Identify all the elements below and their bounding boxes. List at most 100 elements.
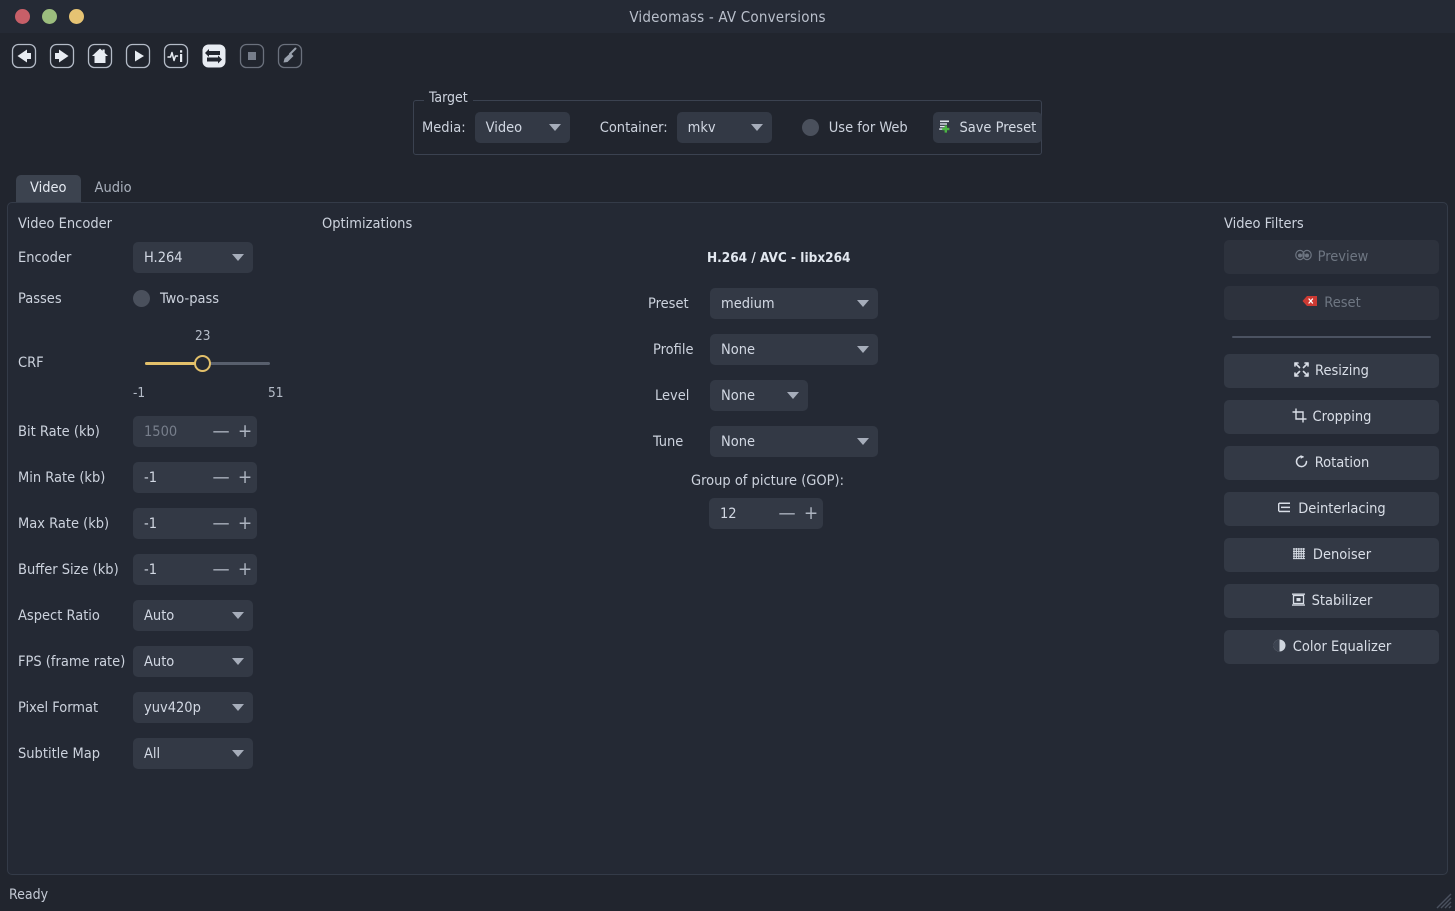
convert-button[interactable] [201,43,227,69]
status-text: Ready [9,887,49,903]
bit-rate-row: Bit Rate (kb) 1500 — + [18,416,257,447]
profile-row: Profile None [653,334,878,365]
deinterlacing-button[interactable]: Deinterlacing [1224,492,1439,526]
media-select[interactable]: Video [474,112,570,143]
tab-audio[interactable]: Audio [81,175,146,202]
chevron-down-icon [548,124,561,131]
stabilizer-label: Stabilizer [1311,593,1373,609]
cropping-button[interactable]: Cropping [1224,400,1439,434]
max-rate-decrement[interactable]: — [209,514,233,533]
encoder-row: Encoder H.264 [18,242,253,273]
gop-increment[interactable]: + [799,504,823,523]
container-select-value: mkv [687,119,716,136]
crf-max-label: 51 [268,385,284,401]
fps-label: FPS (frame rate) [18,653,126,670]
deinterlacing-label: Deinterlacing [1298,501,1386,517]
color-equalizer-button[interactable]: Color Equalizer [1224,630,1439,664]
profile-select[interactable]: None [710,334,878,365]
chevron-down-icon [232,612,244,619]
pixel-format-select[interactable]: yuv420p [133,692,253,723]
subtitle-map-select[interactable]: All [133,738,253,769]
back-button[interactable] [11,43,37,69]
tune-select[interactable]: None [710,426,878,457]
passes-row: Passes Two-pass [18,290,219,307]
max-rate-spinner[interactable]: -1 — + [133,508,257,539]
gop-decrement[interactable]: — [775,504,799,523]
use-for-web-toggle[interactable]: Use for Web [801,119,908,136]
min-rate-spinner[interactable]: -1 — + [133,462,257,493]
preset-value: medium [721,295,775,312]
max-rate-value: -1 [144,515,158,532]
stabilize-icon [1291,592,1306,611]
tab-video[interactable]: Video [16,175,81,202]
preset-select[interactable]: medium [710,288,878,319]
aspect-ratio-value: Auto [144,607,175,624]
play-button[interactable] [125,43,151,69]
home-icon [87,43,113,69]
container-label: Container: [599,119,668,136]
preview-label: Preview [1317,249,1369,265]
gop-spinner[interactable]: 12 — + [709,498,823,529]
save-preset-button[interactable]: Save Preset [932,112,1042,143]
media-info-button[interactable] [163,43,189,69]
chevron-down-icon [857,300,869,307]
encoder-select[interactable]: H.264 [133,242,253,273]
eyes-icon [1294,249,1312,265]
two-pass-radio[interactable] [133,290,150,307]
forward-button[interactable] [49,43,75,69]
home-button[interactable] [87,43,113,69]
chevron-down-icon [232,254,244,261]
bit-rate-decrement[interactable]: — [209,422,233,441]
resizing-button[interactable]: Resizing [1224,354,1439,388]
reset-button[interactable]: Reset [1224,286,1439,320]
stabilizer-button[interactable]: Stabilizer [1224,584,1439,618]
level-value: None [721,387,756,404]
subtitle-map-row: Subtitle Map All [18,738,253,769]
buffer-size-value: -1 [144,561,158,578]
level-select[interactable]: None [710,380,808,411]
tune-label: Tune [653,433,684,450]
subtitle-map-value: All [144,745,161,762]
aspect-ratio-select[interactable]: Auto [133,600,253,631]
aspect-ratio-label: Aspect Ratio [18,607,100,624]
bit-rate-spinner[interactable]: 1500 — + [133,416,257,447]
gop-label: Group of picture (GOP): [691,473,845,489]
buffer-size-row: Buffer Size (kb) -1 — + [18,554,257,585]
buffer-size-spinner[interactable]: -1 — + [133,554,257,585]
min-rate-increment[interactable]: + [233,468,257,487]
rotate-icon [1294,454,1309,473]
max-rate-increment[interactable]: + [233,514,257,533]
pixel-format-value: yuv420p [144,699,201,716]
bit-rate-label: Bit Rate (kb) [18,423,100,440]
rotation-button[interactable]: Rotation [1224,446,1439,480]
stop-button[interactable] [239,43,265,69]
title-bar: Videomass - AV Conversions [0,0,1455,33]
clear-button[interactable] [277,43,303,69]
gop-value: 12 [720,505,737,522]
min-rate-decrement[interactable]: — [209,468,233,487]
fps-select[interactable]: Auto [133,646,253,677]
save-preset-label: Save Preset [959,119,1037,136]
chevron-down-icon [787,392,799,399]
window-title: Videomass - AV Conversions [629,7,826,26]
encoder-select-value: H.264 [144,249,183,266]
buffer-size-label: Buffer Size (kb) [18,561,119,578]
crf-min-label: -1 [133,385,146,401]
rotation-label: Rotation [1314,455,1370,471]
level-label: Level [655,387,690,404]
preview-button[interactable]: Preview [1224,240,1439,274]
buffer-size-increment[interactable]: + [233,560,257,579]
encoder-label: Encoder [18,249,72,266]
bit-rate-increment[interactable]: + [233,422,257,441]
reset-label: Reset [1324,295,1361,311]
buffer-size-decrement[interactable]: — [209,560,233,579]
min-rate-row: Min Rate (kb) -1 — + [18,462,257,493]
denoiser-button[interactable]: Denoiser [1224,538,1439,572]
tune-value: None [721,433,756,450]
profile-value: None [721,341,756,358]
crf-slider-thumb[interactable] [194,355,211,372]
resize-grip[interactable] [1430,887,1452,909]
container-select[interactable]: mkv [676,112,772,143]
use-for-web-radio[interactable] [801,119,819,136]
color-equalizer-label: Color Equalizer [1292,639,1392,655]
